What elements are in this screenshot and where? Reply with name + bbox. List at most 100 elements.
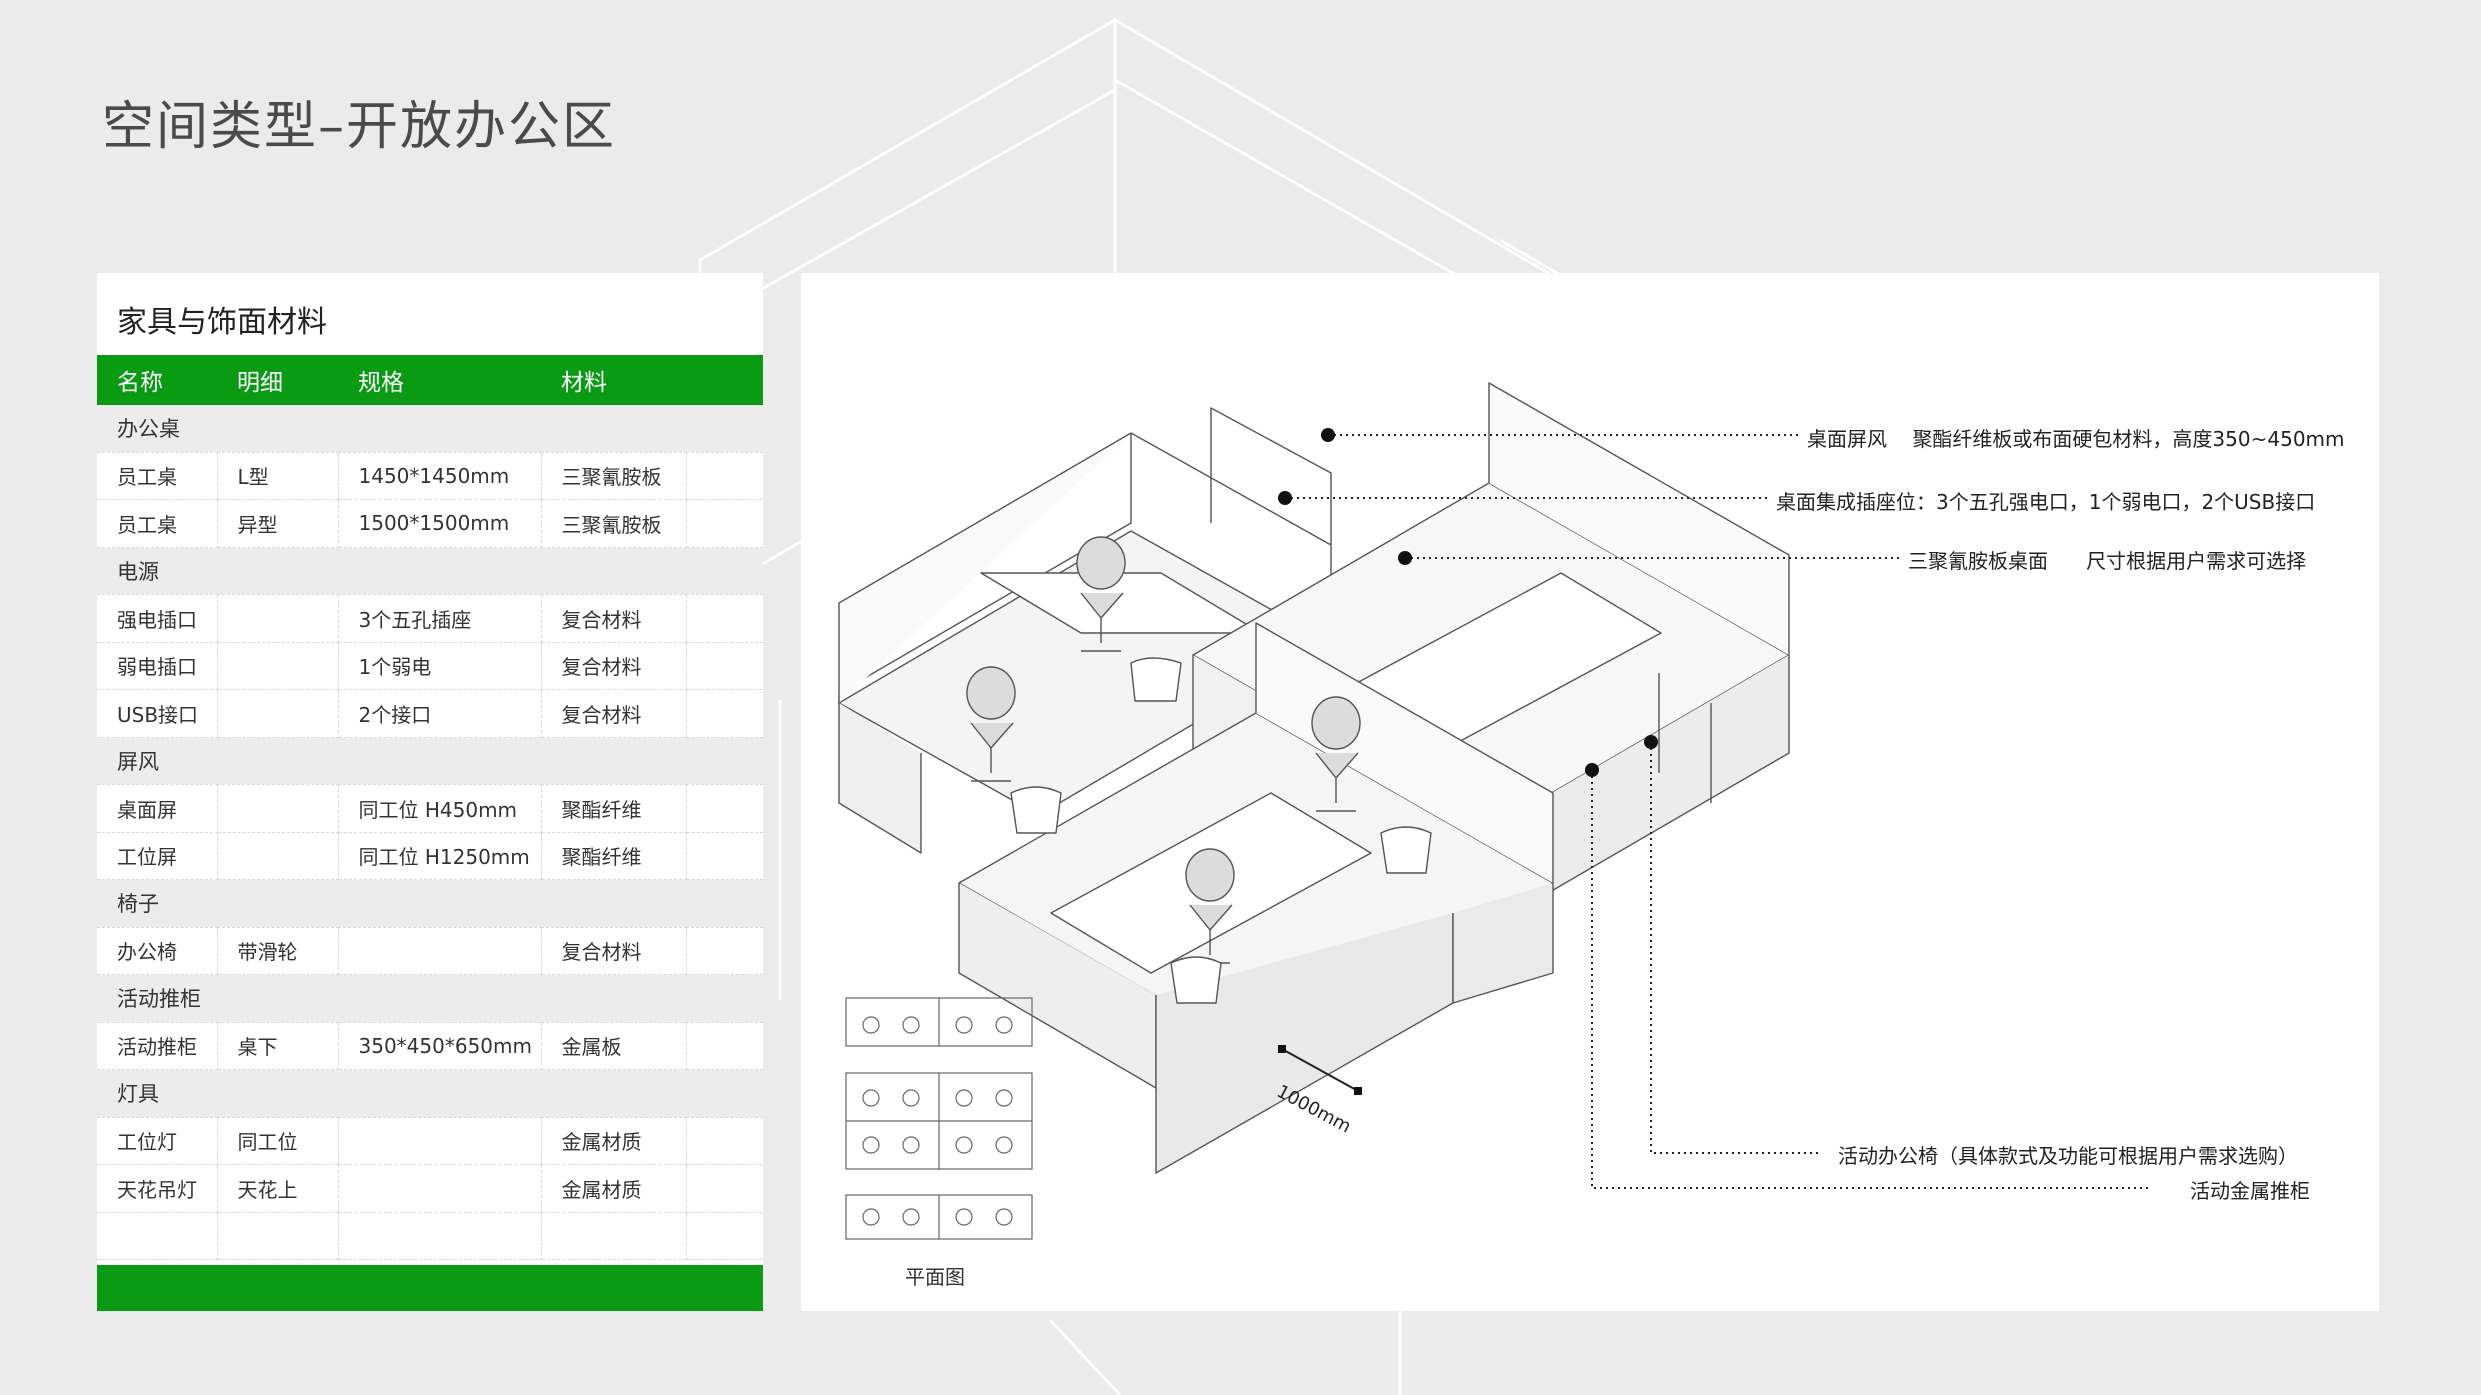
cell-name: 办公椅 <box>97 927 218 975</box>
cell-spec: 2个接口 <box>338 689 542 738</box>
cell-name: 工位灯 <box>97 1117 218 1165</box>
cell-name <box>97 1212 218 1260</box>
cell-spec <box>338 1117 542 1165</box>
cell-detail <box>217 1212 339 1260</box>
panel-footer-bar <box>97 1265 763 1311</box>
table-section-row: 屏风 <box>97 737 763 785</box>
table-row: 天花吊灯 天花上 金属材质 <box>97 1164 763 1213</box>
cell-extra <box>686 1212 763 1260</box>
callout-screen-label: 桌面屏风 <box>1807 427 1887 451</box>
cell-material: 金属材质 <box>541 1164 687 1213</box>
materials-panel: 家具与饰面材料 名称 明细 规格 材料 办公桌 员工桌 L型 1450*1450mm 三… <box>97 273 763 1311</box>
cell-material: 复合材料 <box>541 642 687 690</box>
cell-material: 三聚氰胺板 <box>541 452 687 500</box>
cell-extra <box>686 1164 763 1213</box>
cell-material <box>541 1212 687 1260</box>
cell-spec: 1500*1500mm <box>338 499 542 548</box>
materials-title: 家具与饰面材料 <box>117 305 327 340</box>
callout-socket: 桌面集成插座位：3个五孔强电口，1个弱电口，2个USB接口 <box>1776 486 2315 515</box>
section-title: 办公桌 <box>97 405 763 453</box>
cell-spec: 3个五孔插座 <box>338 594 542 643</box>
section-title: 活动推柜 <box>97 974 763 1023</box>
callout-dot-desk <box>1398 551 1412 565</box>
callout-socket-label: 桌面集成插座位：3个五孔强电口，1个弱电口，2个USB接口 <box>1776 490 2316 514</box>
cell-extra <box>686 784 763 833</box>
section-title: 灯具 <box>97 1069 763 1118</box>
cell-spec: 同工位 H1250mm <box>338 832 542 880</box>
cell-detail: L型 <box>217 452 339 500</box>
section-title: 屏风 <box>97 737 763 785</box>
cell-name: 活动推柜 <box>97 1022 218 1070</box>
callout-chair: 活动办公椅（具体款式及功能可根据用户需求选购） <box>1838 1140 2298 1169</box>
cell-name: 天花吊灯 <box>97 1164 218 1213</box>
column-header-extra <box>686 355 763 405</box>
table-row: 活动推柜 桌下 350*450*650mm 金属板 <box>97 1022 763 1070</box>
table-row <box>97 1212 763 1260</box>
table-section-row: 电源 <box>97 547 763 595</box>
cell-material: 金属板 <box>541 1022 687 1070</box>
callout-desk-label: 三聚氰胺板桌面 <box>1908 549 2048 573</box>
cell-detail <box>217 832 339 880</box>
workstation-diagram: 桌面屏风 聚酯纤维板或布面硬包材料，高度350~450mm 桌面集成插座位：3个… <box>801 273 2379 1311</box>
cell-extra <box>686 1022 763 1070</box>
cell-name: 员工桌 <box>97 452 218 500</box>
callout-dot-cabinet <box>1585 763 1599 777</box>
cell-detail: 异型 <box>217 499 339 548</box>
cell-detail: 天花上 <box>217 1164 339 1213</box>
plan-label: 平面图 <box>905 1265 965 1289</box>
table-row: 桌面屏 同工位 H450mm 聚酯纤维 <box>97 784 763 833</box>
callout-dot-chair <box>1644 735 1658 749</box>
table-section-row: 办公桌 <box>97 405 763 453</box>
cell-material: 金属材质 <box>541 1117 687 1165</box>
table-row: USB接口 2个接口 复合材料 <box>97 689 763 738</box>
cell-name: 员工桌 <box>97 499 218 548</box>
table-row: 办公椅 带滑轮 复合材料 <box>97 927 763 975</box>
cell-detail <box>217 689 339 738</box>
table-row: 工位屏 同工位 H1250mm 聚酯纤维 <box>97 832 763 880</box>
column-header-name: 名称 <box>97 355 217 405</box>
cell-material: 聚酯纤维 <box>541 784 687 833</box>
cell-name: 弱电插口 <box>97 642 218 690</box>
table-section-row: 椅子 <box>97 879 763 928</box>
cell-extra <box>686 594 763 643</box>
cell-detail: 同工位 <box>217 1117 339 1165</box>
cell-extra <box>686 689 763 738</box>
cell-detail: 桌下 <box>217 1022 339 1070</box>
cell-material: 三聚氰胺板 <box>541 499 687 548</box>
column-header-spec: 规格 <box>338 355 541 405</box>
cell-spec <box>338 1212 542 1260</box>
cell-extra <box>686 832 763 880</box>
section-title: 椅子 <box>97 879 763 928</box>
cell-name: 工位屏 <box>97 832 218 880</box>
cell-detail <box>217 642 339 690</box>
cell-spec: 同工位 H450mm <box>338 784 542 833</box>
callout-cabinet: 活动金属推柜 <box>2190 1175 2310 1204</box>
column-header-material: 材料 <box>541 355 686 405</box>
table-row: 强电插口 3个五孔插座 复合材料 <box>97 594 763 643</box>
cell-name: 桌面屏 <box>97 784 218 833</box>
table-section-row: 灯具 <box>97 1069 763 1118</box>
cell-spec: 1450*1450mm <box>338 452 542 500</box>
cell-extra <box>686 499 763 548</box>
leader-line-cabinet <box>1591 770 2149 1189</box>
cell-detail: 带滑轮 <box>217 927 339 975</box>
cell-material: 复合材料 <box>541 927 687 975</box>
callout-dot-socket <box>1278 491 1292 505</box>
callout-desk: 三聚氰胺板桌面 尺寸根据用户需求可选择 <box>1908 545 2306 574</box>
cell-detail <box>217 594 339 643</box>
cell-material: 复合材料 <box>541 594 687 643</box>
materials-table-body: 办公桌 员工桌 L型 1450*1450mm 三聚氰胺板 员工桌 异型 1500*1500mm… <box>97 405 763 1260</box>
cell-spec <box>338 927 542 975</box>
floor-plan-thumbnails <box>845 997 1033 1240</box>
cell-spec <box>338 1164 542 1213</box>
cell-extra <box>686 642 763 690</box>
cell-spec: 350*450*650mm <box>338 1022 542 1070</box>
table-row: 员工桌 L型 1450*1450mm 三聚氰胺板 <box>97 452 763 500</box>
callout-desk-text: 尺寸根据用户需求可选择 <box>2086 549 2307 573</box>
cell-material: 复合材料 <box>541 689 687 738</box>
dimension-start-marker <box>1278 1045 1286 1053</box>
cell-extra <box>686 1117 763 1165</box>
table-row: 弱电插口 1个弱电 复合材料 <box>97 642 763 690</box>
section-title: 电源 <box>97 547 763 595</box>
cell-name: 强电插口 <box>97 594 218 643</box>
